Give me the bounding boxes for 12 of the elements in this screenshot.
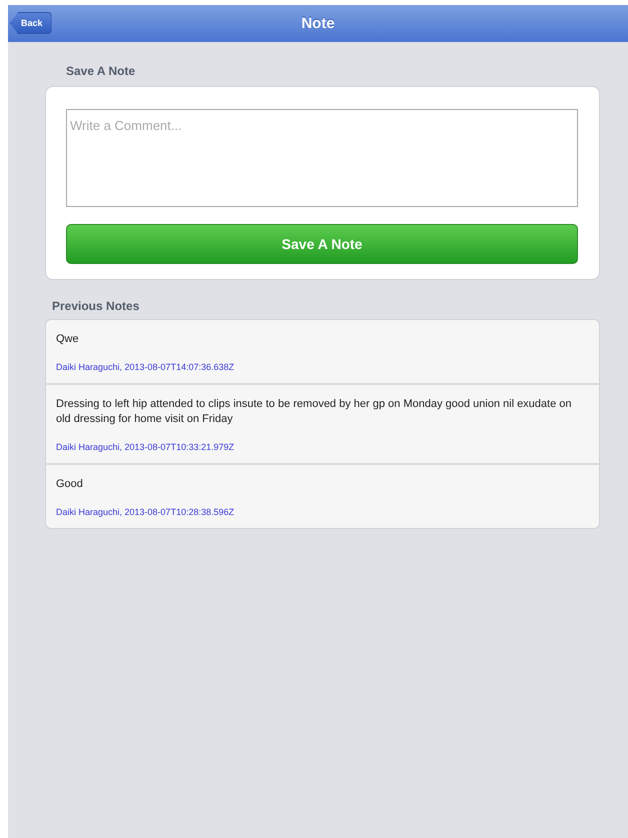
note-text: Good — [56, 477, 84, 492]
section-heading: Save A Note — [66, 64, 136, 78]
note-text: Qwe — [56, 332, 80, 347]
comment-field[interactable]: Write a Comment... — [66, 109, 578, 207]
save-button[interactable]: Save A Note — [66, 224, 578, 264]
note-text: Dressing to left hip attended to clips insute to be removed by her gp on Monday good union nil exudate on old dressing for home visit on Friday — [56, 397, 573, 427]
back-button[interactable]: Back — [10, 12, 52, 34]
section-heading: Previous Notes — [52, 299, 140, 313]
screen-title: Note — [301, 15, 335, 32]
note-author-time: Daiki Haraguchi, 2013-08-07T10:33:21.979Z — [56, 442, 236, 452]
note-author-time: Daiki Haraguchi, 2013-08-07T10:28:38.596Z — [56, 507, 236, 517]
note-author-time: Daiki Haraguchi, 2013-08-07T14:07:36.638Z — [56, 362, 236, 372]
